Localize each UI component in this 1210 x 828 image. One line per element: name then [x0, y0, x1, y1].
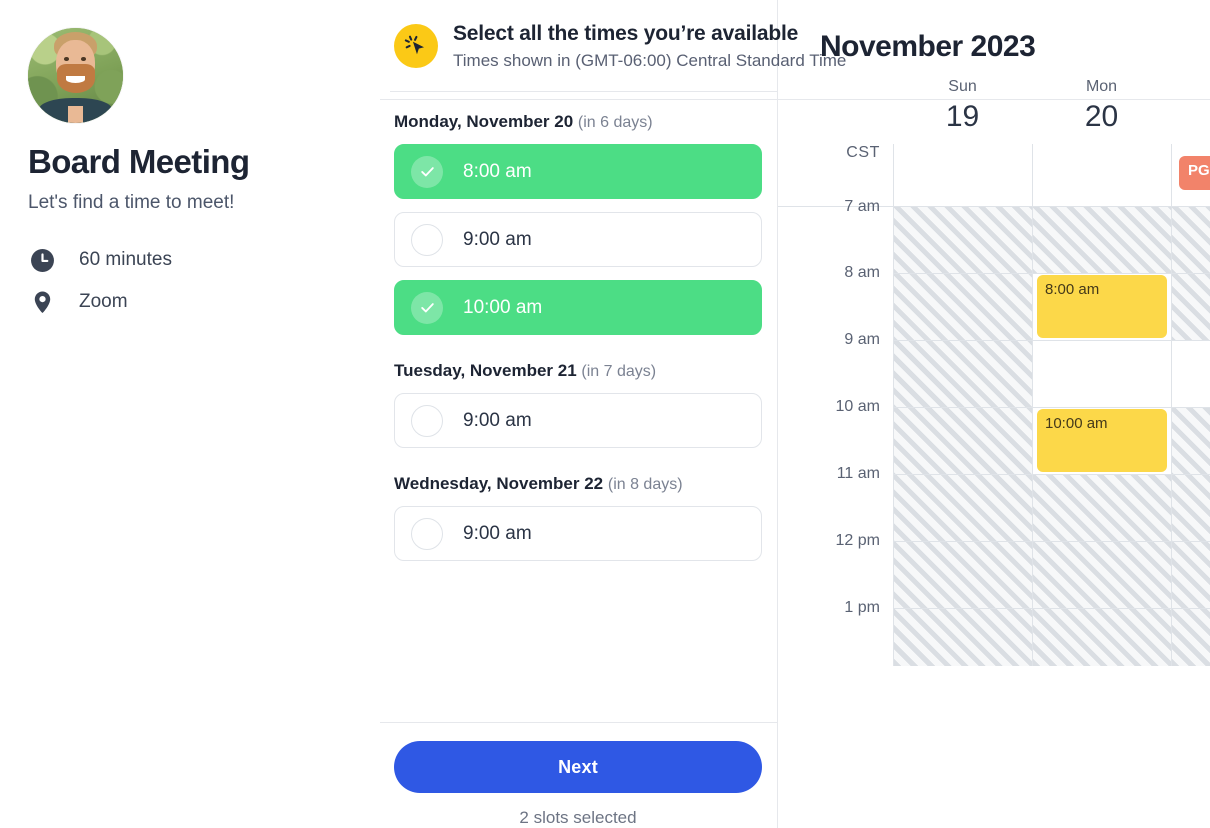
meeting-details-list: 60 minutes Zoom: [28, 248, 352, 315]
check-icon: [411, 291, 443, 324]
day-heading-wednesday: Wednesday, November 22 (in 8 days): [394, 474, 762, 494]
calendar-dow-label: Sun: [948, 78, 977, 95]
clock-icon: [28, 248, 56, 273]
calendar-day-header-mon[interactable]: Mon 20: [1032, 78, 1171, 134]
calendar-day-headers: Sun 19 Mon 20: [778, 78, 1210, 134]
calendar-dom-label: 20: [1084, 100, 1119, 133]
calendar-panel: November 2023 Sun 19 Mon 20 CST PG 7 am …: [778, 0, 1210, 828]
day-heading-monday: Monday, November 20 (in 6 days): [394, 112, 762, 132]
calendar-month-title: November 2023: [820, 30, 1036, 63]
calendar-timezone-label: CST: [846, 144, 880, 161]
meeting-duration-row: 60 minutes: [28, 248, 352, 273]
time-slot[interactable]: 10:00 am: [394, 280, 762, 335]
day-heading-relative: (in 7 days): [581, 363, 657, 380]
calendar-dom-label: 19: [945, 100, 980, 133]
meeting-subtitle: Let's find a time to meet!: [28, 191, 235, 213]
day-heading-date: Monday, November 20: [394, 112, 574, 131]
calendar-gutter-spacer: [778, 78, 893, 134]
day-group-monday: Monday, November 20 (in 6 days) 8:00 am …: [394, 112, 762, 335]
scheduling-page: Board Meeting Let's find a time to meet!…: [0, 0, 1210, 828]
avatar: [28, 28, 123, 123]
time-slot-label: 9:00 am: [463, 522, 532, 544]
calendar-allday-cell-sun[interactable]: [893, 144, 1032, 206]
calendar-dow-label: Mon: [1085, 78, 1118, 95]
day-heading-date: Wednesday, November 22: [394, 474, 604, 493]
time-slot[interactable]: 8:00 am: [394, 144, 762, 199]
calendar-open-range: [1172, 340, 1210, 407]
time-axis-label: 7 am: [844, 198, 880, 215]
day-group-tuesday: Tuesday, November 21 (in 7 days) 9:00 am: [394, 361, 762, 448]
slots-selected-count: 2 slots selected: [519, 808, 637, 827]
time-axis-label: 8 am: [844, 264, 880, 281]
page-title: Board Meeting: [28, 143, 250, 180]
header-horizontal-rule: [380, 99, 1210, 100]
time-slot[interactable]: 9:00 am: [394, 212, 762, 267]
time-slot[interactable]: 9:00 am: [394, 393, 762, 448]
check-icon: [411, 155, 443, 188]
time-axis-label: 10 am: [835, 398, 880, 415]
calendar-grid-wrapper: 7 am 8 am 9 am 10 am 11 am 12 pm 1 pm 8:…: [778, 198, 1210, 666]
radio-icon: [411, 404, 443, 437]
time-axis-label: 1 pm: [844, 599, 880, 616]
calendar-time-axis: 7 am 8 am 9 am 10 am 11 am 12 pm 1 pm: [778, 198, 893, 666]
calendar-grid: 7 am 8 am 9 am 10 am 11 am 12 pm 1 pm 8:…: [778, 198, 1210, 666]
selector-header: Select all the times you’re available Ti…: [380, 0, 846, 91]
time-axis-label: 12 pm: [835, 532, 880, 549]
calendar-event[interactable]: 8:00 am: [1037, 275, 1167, 338]
calendar-day-header-sun[interactable]: Sun 19: [893, 78, 1032, 134]
time-axis-label: 9 am: [844, 331, 880, 348]
time-slot[interactable]: 9:00 am: [394, 506, 762, 561]
radio-icon: [411, 223, 443, 256]
time-slot-label: 8:00 am: [463, 160, 532, 182]
day-heading-tuesday: Tuesday, November 21 (in 7 days): [394, 361, 762, 381]
meeting-location-label: Zoom: [79, 291, 128, 313]
meeting-duration-label: 60 minutes: [79, 249, 172, 271]
day-heading-relative: (in 8 days): [607, 476, 683, 493]
time-selection-panel: Select all the times you’re available Ti…: [380, 0, 846, 828]
day-heading-date: Tuesday, November 21: [394, 361, 577, 380]
time-slot-label: 10:00 am: [463, 296, 543, 318]
time-slot-label: 9:00 am: [463, 409, 532, 431]
time-slot-label: 9:00 am: [463, 228, 532, 250]
selector-footer: Next 2 slots selected: [380, 722, 777, 828]
location-pin-icon: [28, 290, 56, 315]
calendar-event[interactable]: 10:00 am: [1037, 409, 1167, 472]
time-axis-label: 11 am: [836, 465, 880, 482]
cursor-click-icon: [394, 24, 438, 68]
radio-icon: [411, 517, 443, 550]
calendar-column-mon[interactable]: 8:00 am 10:00 am: [1032, 206, 1171, 666]
status-badge[interactable]: PG: [1179, 156, 1210, 190]
calendar-column-sun[interactable]: [893, 206, 1032, 666]
day-group-wednesday: Wednesday, November 22 (in 8 days) 9:00 …: [394, 474, 762, 561]
next-button[interactable]: Next: [394, 741, 762, 793]
calendar-allday-row: CST PG: [778, 144, 1210, 206]
calendar-allday-cell-next[interactable]: PG: [1171, 144, 1210, 206]
meeting-info-panel: Board Meeting Let's find a time to meet!…: [0, 0, 380, 828]
day-heading-relative: (in 6 days): [577, 114, 653, 131]
slots-list: Monday, November 20 (in 6 days) 8:00 am …: [380, 92, 777, 722]
calendar-column-next[interactable]: [1171, 206, 1210, 666]
meeting-location-row: Zoom: [28, 290, 352, 315]
avatar-collar: [67, 105, 84, 123]
calendar-allday-cell-mon[interactable]: [1032, 144, 1171, 206]
